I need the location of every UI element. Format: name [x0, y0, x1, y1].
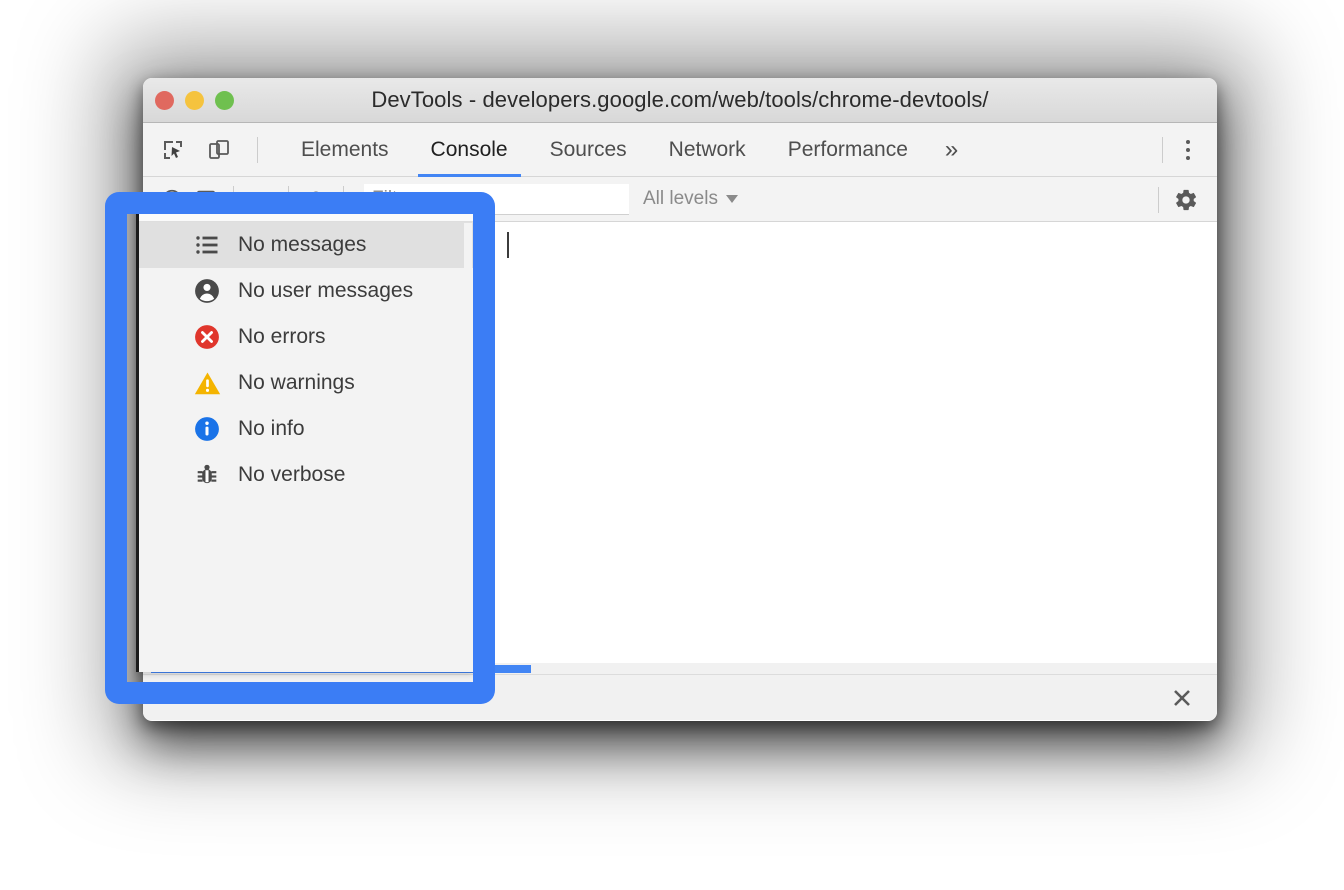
bug-icon — [193, 461, 221, 489]
error-icon — [193, 323, 221, 351]
menu-item-label: No info — [238, 417, 305, 440]
zoom-window-button[interactable] — [215, 91, 234, 110]
chevron-down-icon — [725, 195, 738, 203]
tabstrip-right-group — [1152, 123, 1217, 177]
info-icon — [193, 415, 221, 443]
log-levels-dropdown-menu: No messages No user messages No errors N… — [136, 210, 474, 672]
more-tabs-button[interactable]: » — [929, 123, 974, 177]
console-prompt-caret — [507, 232, 509, 258]
console-toolbar-divider-3 — [343, 186, 344, 212]
tab-network[interactable]: Network — [648, 123, 767, 177]
log-levels-label: All levels — [643, 188, 718, 209]
menu-item-no-info[interactable]: No info — [139, 406, 473, 452]
tab-console[interactable]: Console — [410, 123, 529, 177]
menu-item-label: No errors — [238, 325, 326, 348]
screenshot-stage: DevTools - developers.google.com/web/too… — [0, 0, 1344, 890]
tab-sources[interactable]: Sources — [529, 123, 648, 177]
devtools-tabstrip: Elements Console Sources Network Perform… — [143, 123, 1217, 177]
device-toolbar-icon[interactable] — [201, 132, 237, 168]
menu-item-no-user-messages[interactable]: No user messages — [139, 268, 473, 314]
dropdown-top-strip — [139, 210, 473, 222]
menu-item-label: No warnings — [238, 371, 355, 394]
menu-item-no-messages[interactable]: No messages — [139, 222, 473, 268]
list-icon — [193, 231, 221, 259]
tabstrip-tools — [155, 132, 280, 168]
tabstrip-right-divider — [1162, 137, 1163, 163]
console-toolbar-right — [1148, 177, 1217, 222]
menu-item-no-errors[interactable]: No errors — [139, 314, 473, 360]
menu-item-no-verbose[interactable]: No verbose — [139, 452, 473, 498]
menu-item-label: No messages — [238, 233, 367, 256]
window-title: DevTools - developers.google.com/web/too… — [371, 87, 989, 112]
person-icon — [193, 277, 221, 305]
dropdown-scrollbar[interactable] — [464, 223, 472, 672]
console-toolbar-divider-4 — [1158, 186, 1159, 213]
tab-elements[interactable]: Elements — [280, 123, 410, 177]
gear-icon[interactable] — [1169, 183, 1203, 217]
close-icon[interactable] — [1165, 681, 1199, 715]
window-titlebar: DevTools - developers.google.com/web/too… — [143, 78, 1217, 123]
close-window-button[interactable] — [155, 91, 174, 110]
inspect-element-icon[interactable] — [155, 132, 191, 168]
drawer-bottom-bar — [143, 674, 1217, 720]
console-toolbar-divider-1 — [233, 186, 234, 212]
console-toolbar-divider-2 — [288, 186, 289, 212]
kebab-menu-icon[interactable] — [1173, 132, 1203, 168]
menu-item-no-warnings[interactable]: No warnings — [139, 360, 473, 406]
log-levels-dropdown-button[interactable]: All levels — [643, 188, 738, 210]
minimize-window-button[interactable] — [185, 91, 204, 110]
tab-performance[interactable]: Performance — [767, 123, 929, 177]
menu-item-label: No user messages — [238, 279, 414, 302]
devtools-tabs: Elements Console Sources Network Perform… — [280, 123, 974, 177]
traffic-light-group — [155, 78, 234, 123]
warning-icon — [193, 369, 221, 397]
tabstrip-divider — [257, 136, 258, 163]
menu-item-label: No verbose — [238, 463, 346, 486]
